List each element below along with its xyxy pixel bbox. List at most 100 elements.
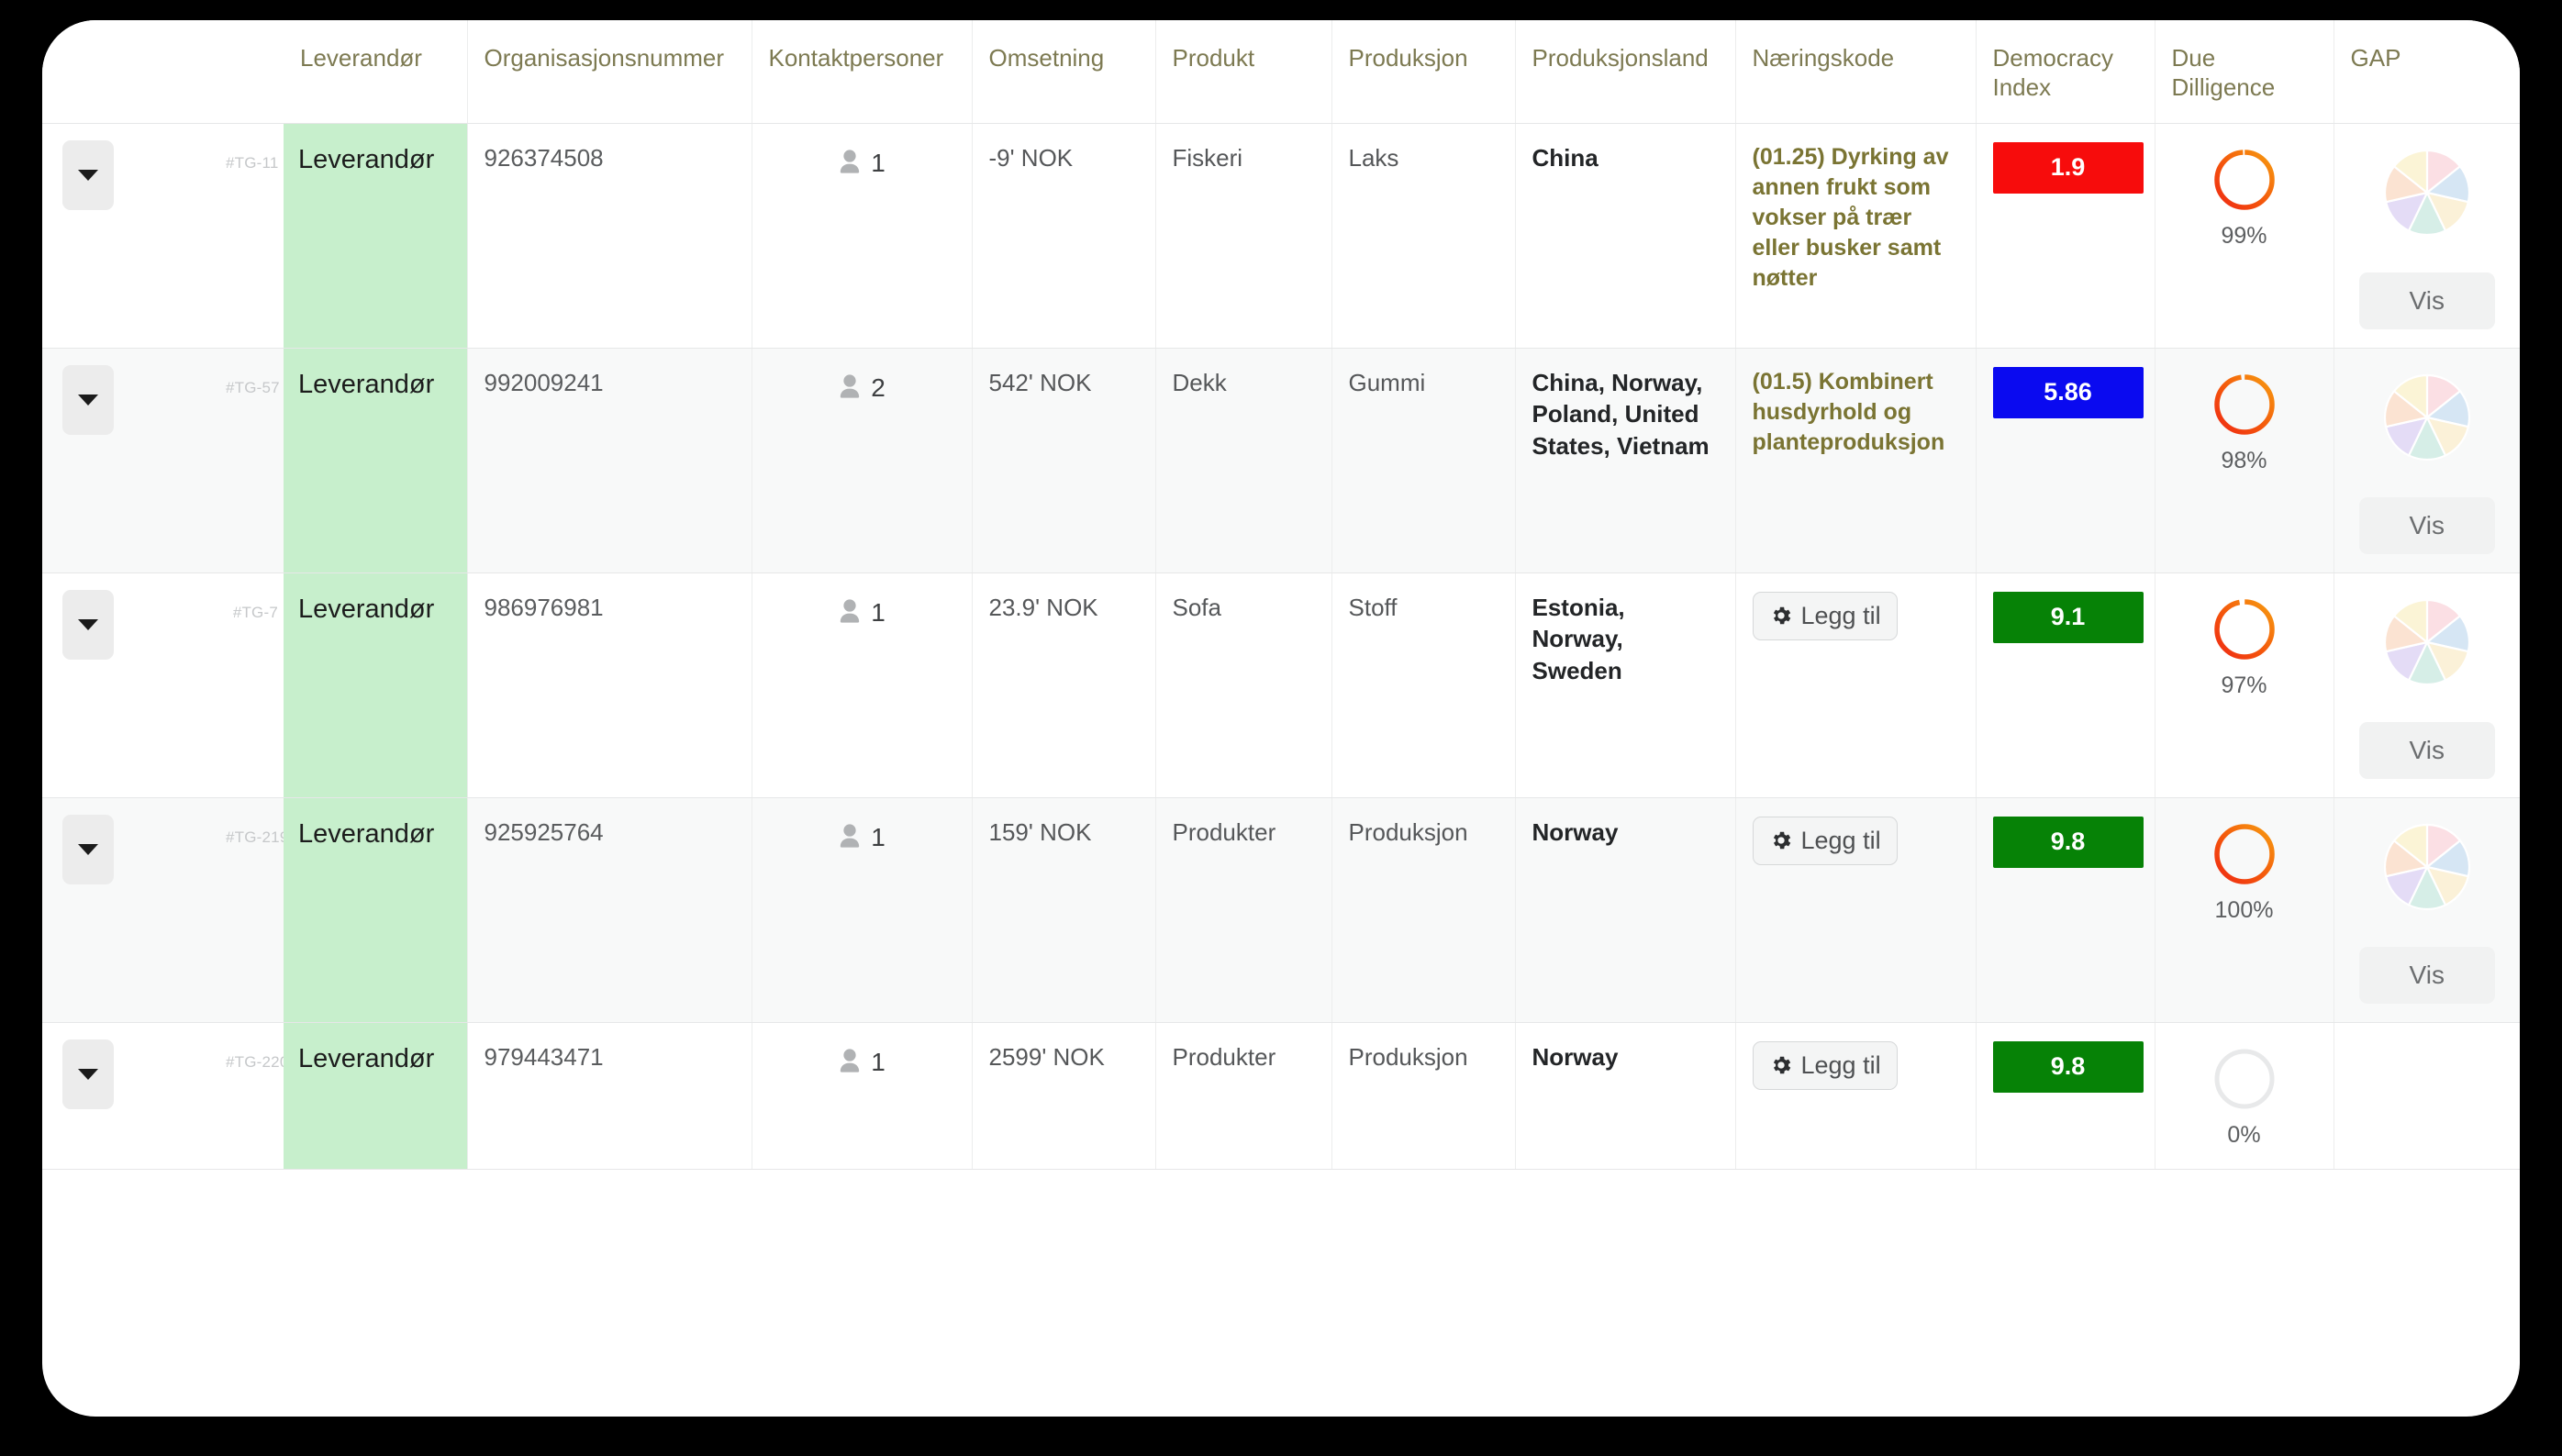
expand-row-button[interactable] [62,589,114,660]
header-produksjon[interactable]: Produksjon [1331,20,1516,124]
kontaktpersoner-cell[interactable]: 1 [752,1022,973,1170]
democracy-index-cell[interactable]: 1.9 [1976,123,2155,349]
row-ref-cell: #TG-220 [226,1022,288,1170]
gap-cell[interactable]: Vis [2334,123,2520,349]
header-produkt[interactable]: Produkt [1155,20,1332,124]
expand-row-button[interactable] [62,139,114,210]
header-organisasjonsnummer[interactable]: Organisasjonsnummer [467,20,752,124]
header-naringskode[interactable]: Næringskode [1735,20,1977,124]
leverandor-cell[interactable]: Leverandør [284,572,468,798]
expand-row-button[interactable] [62,1039,114,1109]
gap-cell[interactable]: Vis [2334,572,2520,798]
omsetning-cell[interactable]: 159' NOK [972,797,1156,1023]
organisasjonsnummer-cell[interactable]: 992009241 [467,348,752,573]
produksjonsland-cell[interactable]: Norway [1515,1022,1736,1170]
produkt-cell[interactable]: Produkter [1155,1022,1332,1170]
naringskode-cell[interactable]: (01.25) Dyrking av annen frukt som vokse… [1735,123,1977,349]
produkt-cell[interactable]: Dekk [1155,348,1332,573]
header-gap[interactable]: GAP [2334,20,2520,124]
organisasjonsnummer-cell[interactable]: 986976981 [467,572,752,798]
produksjonsland-cell[interactable]: China [1515,123,1736,349]
header-kontaktpersoner[interactable]: Kontaktpersoner [752,20,973,124]
omsetning-cell[interactable]: -9' NOK [972,123,1156,349]
gap-cell[interactable]: Vis [2334,797,2520,1023]
kontaktpersoner-cell[interactable]: 1 [752,572,973,798]
header-blank [42,20,284,124]
chevron-down-icon [78,843,98,855]
leverandor-cell[interactable]: Leverandør [284,348,468,573]
row-ref-cell: #TG-57 [226,348,284,573]
organisasjonsnummer-cell[interactable]: 925925764 [467,797,752,1023]
democracy-index-cell[interactable]: 9.8 [1976,1022,2155,1170]
expand-row-button[interactable] [62,814,114,884]
gap-cell[interactable]: Vis [2334,348,2520,573]
omsetning-cell[interactable]: 23.9' NOK [972,572,1156,798]
leverandor-name: Leverandør [298,1043,435,1073]
organisasjonsnummer-cell[interactable]: 979443471 [467,1022,752,1170]
header-democracy-index[interactable]: Democracy Index [1976,20,2155,124]
due-dilligence-cell[interactable]: 97% [2155,572,2334,798]
vis-button[interactable]: Vis [2358,496,2495,554]
legg-til-button[interactable]: Legg til [1752,1040,1898,1090]
produksjon-cell[interactable]: Gummi [1331,348,1516,573]
produksjonsland-cell[interactable]: Norway [1515,797,1736,1023]
kontaktpersoner-cell[interactable]: 1 [752,797,973,1023]
header-omsetning[interactable]: Omsetning [972,20,1156,124]
leverandor-cell[interactable]: Leverandør [284,1022,468,1170]
gear-icon [1773,1056,1790,1074]
omsetning-cell[interactable]: 2599' NOK [972,1022,1156,1170]
naringskode-cell[interactable]: (01.5) Kombinert husdyrhold og plantepro… [1735,348,1977,573]
due-dilligence-cell[interactable]: 99% [2155,123,2334,349]
naringskode-cell[interactable]: Legg til [1735,1022,1977,1170]
vis-button[interactable]: Vis [2358,946,2495,1004]
kontaktpersoner-count: 1 [871,1047,886,1076]
naringskode-cell[interactable]: Legg til [1735,572,1977,798]
header-leverandor[interactable]: Leverandør [284,20,468,124]
due-dilligence-cell[interactable]: 98% [2155,348,2334,573]
leverandor-cell[interactable]: Leverandør [284,797,468,1023]
chevron-down-icon [78,394,98,406]
legg-til-button[interactable]: Legg til [1752,591,1898,640]
due-dilligence-cell[interactable]: 0% [2155,1022,2334,1170]
produksjon-cell[interactable]: Produksjon [1331,797,1516,1023]
democracy-index-badge: 9.1 [1992,591,2144,643]
omsetning-value: 542' NOK [988,368,1092,396]
produksjon-cell[interactable]: Laks [1331,123,1516,349]
produksjon-cell[interactable]: Produksjon [1331,1022,1516,1170]
democracy-index-cell[interactable]: 9.8 [1976,797,2155,1023]
democracy-index-cell[interactable]: 9.1 [1976,572,2155,798]
produksjonsland-cell[interactable]: Estonia, Norway, Sweden [1515,572,1736,798]
kontaktpersoner-cell[interactable]: 2 [752,348,973,573]
naringskode-cell[interactable]: Legg til [1735,797,1977,1023]
due-dilligence-donut [2213,598,2275,660]
leverandor-cell[interactable]: Leverandør [284,123,468,349]
produksjonsland-value: China, Norway, Poland, United States, Vi… [1532,368,1710,461]
organisasjonsnummer-cell[interactable]: 926374508 [467,123,752,349]
header-row: Leverandør Organisasjonsnummer Kontaktpe… [42,20,2520,124]
legg-til-button[interactable]: Legg til [1752,816,1898,865]
vis-button[interactable]: Vis [2358,272,2495,329]
organisasjonsnummer-value: 986976981 [484,593,604,621]
produksjon-cell[interactable]: Stoff [1331,572,1516,798]
kontaktpersoner-cell[interactable]: 1 [752,123,973,349]
supplier-table: Leverandør Organisasjonsnummer Kontaktpe… [42,20,2520,1170]
produksjonsland-cell[interactable]: China, Norway, Poland, United States, Vi… [1515,348,1736,573]
democracy-index-cell[interactable]: 5.86 [1976,348,2155,573]
legg-til-label: Legg til [1800,826,1881,854]
produkt-cell[interactable]: Sofa [1155,572,1332,798]
table-row: #TG-220 Leverandør 979443471 1 2599' NOK… [42,1022,2520,1170]
produkt-cell[interactable]: Produkter [1155,797,1332,1023]
omsetning-value: 2599' NOK [988,1042,1105,1071]
vis-button[interactable]: Vis [2358,721,2495,779]
produkt-value: Dekk [1172,368,1227,396]
table-body: #TG-11 Leverandør 926374508 1 -9' NOK Fi… [42,123,2520,1170]
omsetning-cell[interactable]: 542' NOK [972,348,1156,573]
produkt-cell[interactable]: Fiskeri [1155,123,1332,349]
header-due-dilligence[interactable]: Due Dilligence [2155,20,2334,124]
gap-cell[interactable] [2334,1022,2520,1170]
omsetning-value: -9' NOK [988,143,1074,172]
expand-row-button[interactable] [62,364,114,435]
expand-cell [42,572,226,798]
header-produksjonsland[interactable]: Produksjonsland [1515,20,1736,124]
due-dilligence-cell[interactable]: 100% [2155,797,2334,1023]
